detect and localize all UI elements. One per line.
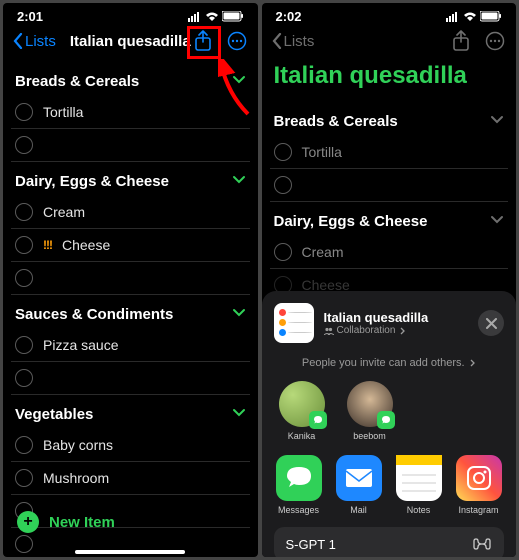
phone-left: 2:01 Lists Italian quesadilla Breads & C… [3, 3, 258, 557]
status-bar: 2:01 [3, 3, 258, 26]
more-icon[interactable] [226, 30, 248, 52]
status-bar: 2:02 [262, 3, 517, 26]
reminders-app-icon [274, 303, 314, 343]
nav-title: Italian quesadilla [70, 33, 191, 50]
instagram-icon [456, 455, 502, 501]
section-header[interactable]: Dairy, Eggs & Cheese [11, 162, 250, 196]
section-header: Dairy, Eggs & Cheese [270, 202, 509, 236]
status-indicators [446, 11, 502, 22]
share-app-mail[interactable]: Mail [334, 455, 384, 515]
sheet-title: Italian quesadilla [324, 310, 469, 325]
list-title: Italian quesadilla [270, 62, 509, 102]
new-item-label: New Item [49, 514, 115, 531]
priority-flag: !!! [43, 238, 52, 252]
section-header[interactable]: Vegetables [11, 395, 250, 429]
chevron-down-icon[interactable] [232, 172, 246, 190]
checkbox-icon[interactable] [15, 136, 33, 154]
list-item[interactable]: Pizza sauce [11, 329, 250, 362]
checkbox-icon [274, 143, 292, 161]
nav-bar: Lists [262, 26, 517, 62]
list-item[interactable]: !!!Cheese [11, 229, 250, 262]
list-item [270, 169, 509, 202]
checkbox-icon[interactable] [15, 203, 33, 221]
share-app-notes[interactable]: Notes [394, 455, 444, 515]
section-header[interactable]: Breads & Cereals [11, 62, 250, 96]
shortcut-label: S-GPT 1 [286, 537, 336, 552]
chevron-down-icon[interactable] [232, 405, 246, 423]
chevron-down-icon[interactable] [232, 305, 246, 323]
share-contact[interactable]: Kanika [276, 381, 328, 441]
checkbox-icon [274, 176, 292, 194]
close-icon[interactable] [478, 310, 504, 336]
status-indicators [188, 11, 244, 22]
share-icon [450, 30, 472, 52]
share-sheet: Italian quesadilla Collaboration People … [262, 291, 517, 557]
shortcut-row[interactable]: S-GPT 1 [274, 527, 505, 557]
section-header[interactable]: Sauces & Condiments [11, 295, 250, 329]
list-item: Tortilla [270, 136, 509, 169]
messages-badge-icon [309, 411, 327, 429]
status-time: 2:01 [17, 9, 43, 24]
list-item[interactable]: Tortilla [11, 96, 250, 129]
sheet-subtitle[interactable]: Collaboration [324, 325, 469, 336]
plus-icon: + [17, 511, 39, 533]
mail-icon [336, 455, 382, 501]
messages-badge-icon [377, 411, 395, 429]
list-item[interactable]: Mushroom [11, 462, 250, 495]
status-time: 2:02 [276, 9, 302, 24]
notes-icon [396, 455, 442, 501]
chevron-down-icon [490, 112, 504, 130]
checkbox-icon[interactable] [15, 236, 33, 254]
back-button[interactable]: Lists [13, 33, 56, 50]
annotation-highlight-box [187, 26, 221, 59]
list-item[interactable] [11, 129, 250, 162]
checkbox-icon[interactable] [15, 469, 33, 487]
messages-icon [276, 455, 322, 501]
back-label: Lists [284, 33, 315, 50]
checkbox-icon[interactable] [15, 103, 33, 121]
people-row: Kanika beebom [274, 381, 505, 455]
avatar [347, 381, 393, 427]
list-item[interactable]: Baby corns [11, 429, 250, 462]
shortcut-glyph-icon [472, 536, 492, 552]
back-label: Lists [25, 33, 56, 50]
share-app-messages[interactable]: Messages [274, 455, 324, 515]
sheet-header: Italian quesadilla Collaboration [274, 303, 505, 343]
list-item[interactable]: Cream [11, 196, 250, 229]
annotation-arrow [218, 59, 258, 119]
invite-options-row[interactable]: People you invite can add others. [274, 349, 505, 381]
apps-row: Messages Mail Notes Instagram [274, 455, 505, 527]
home-indicator[interactable] [75, 550, 185, 554]
checkbox-icon[interactable] [15, 369, 33, 387]
checkbox-icon[interactable] [15, 436, 33, 454]
chevron-down-icon [490, 212, 504, 230]
back-button: Lists [272, 33, 315, 50]
new-item-button[interactable]: + New Item [9, 501, 123, 543]
more-icon [484, 30, 506, 52]
checkbox-icon[interactable] [15, 336, 33, 354]
checkbox-icon[interactable] [15, 269, 33, 287]
avatar [279, 381, 325, 427]
list-item: Cream [270, 236, 509, 269]
list-item[interactable] [11, 262, 250, 295]
share-app-instagram[interactable]: Instagram [454, 455, 504, 515]
phone-right: 2:02 Lists Italian quesadilla Breads & C… [262, 3, 517, 557]
section-header: Breads & Cereals [270, 102, 509, 136]
list-item[interactable] [11, 362, 250, 395]
reminders-list: Breads & Cereals Tortilla Dairy, Eggs & … [3, 62, 258, 557]
share-contact[interactable]: beebom [344, 381, 396, 441]
checkbox-icon [274, 243, 292, 261]
